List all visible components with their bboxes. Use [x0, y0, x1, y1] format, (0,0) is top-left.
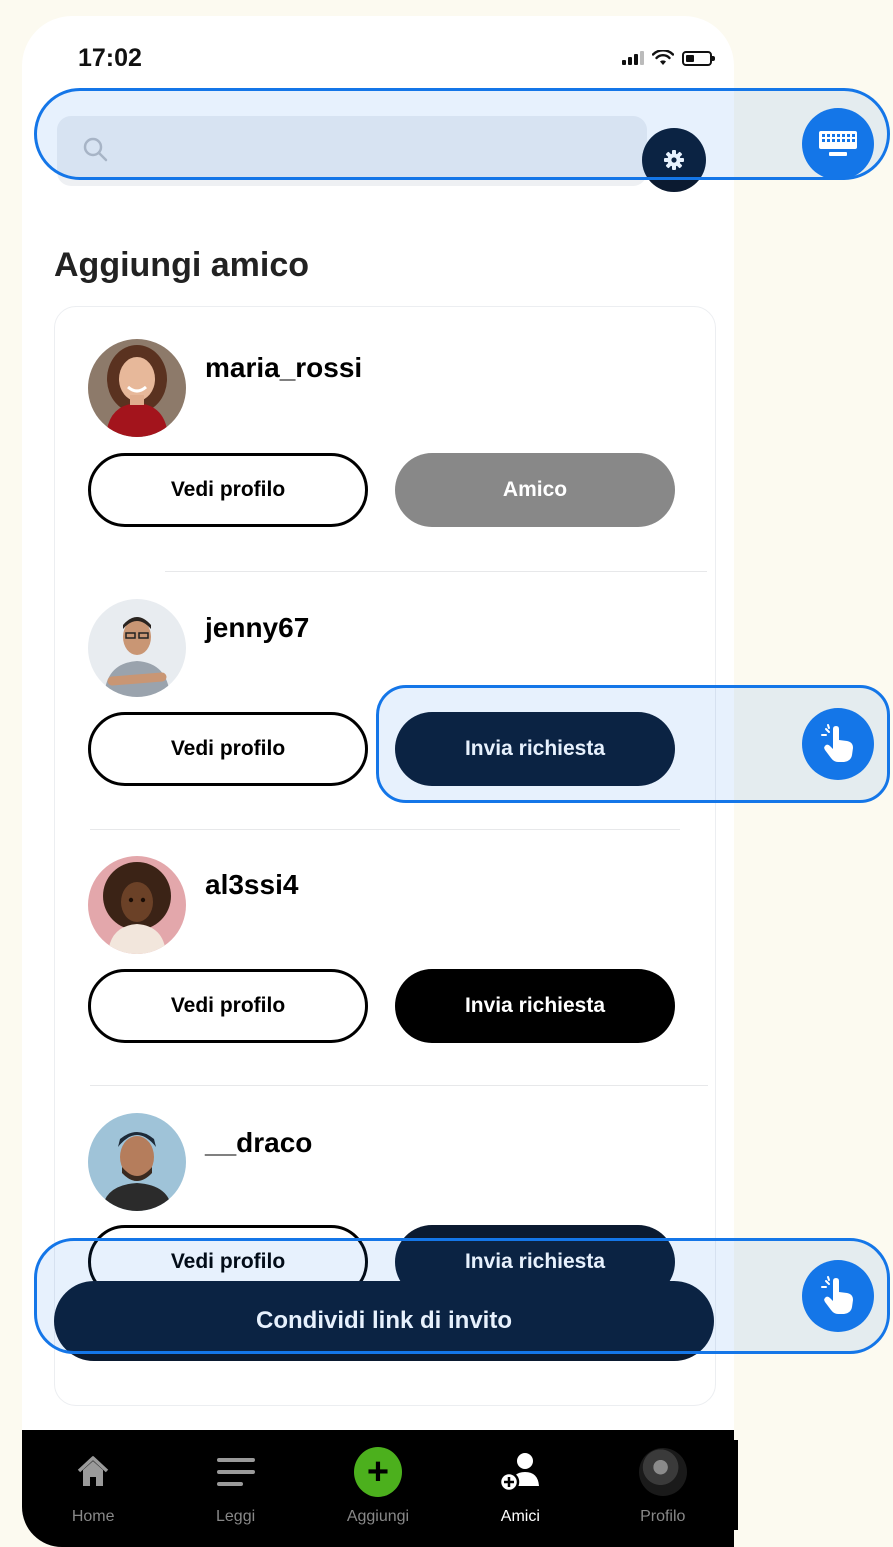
tab-label: Amici	[500, 1508, 540, 1525]
avatar[interactable]	[88, 339, 186, 437]
menu-lines-icon	[212, 1448, 260, 1496]
search-input[interactable]	[57, 116, 647, 186]
keyboard-icon	[819, 131, 857, 156]
tab-label: Home	[71, 1508, 115, 1525]
username: __draco	[205, 1127, 313, 1158]
tap-badge	[802, 708, 874, 780]
view-profile-button[interactable]: Vedi profilo	[88, 453, 368, 527]
divider	[90, 829, 680, 830]
tap-hand-icon	[821, 724, 853, 762]
status-icons	[622, 50, 715, 66]
status-bar: 17:02	[22, 16, 734, 96]
tab-profilo[interactable]: Profilo	[608, 1448, 718, 1526]
phone-screen: 17:02 Aggiungi amico maria_rossi Vedi pr…	[22, 16, 734, 1547]
signal-icon	[622, 51, 644, 65]
home-icon	[69, 1448, 117, 1496]
tab-label: Profilo	[640, 1508, 686, 1525]
settings-button[interactable]	[642, 128, 706, 192]
avatar[interactable]	[88, 856, 186, 954]
tab-label: Aggiungi	[346, 1508, 410, 1525]
plus-circle-icon: +	[353, 1447, 402, 1497]
search-icon	[83, 137, 108, 162]
gear-icon	[664, 150, 684, 170]
avatar[interactable]	[88, 1113, 186, 1211]
tab-leggi[interactable]: Leggi	[181, 1448, 291, 1526]
divider	[90, 1085, 708, 1086]
wifi-icon	[652, 50, 674, 65]
tab-label: Leggi	[216, 1508, 256, 1525]
avatar[interactable]	[88, 599, 186, 697]
friend-status-button[interactable]: Amico	[395, 453, 675, 527]
battery-icon	[682, 50, 715, 66]
status-time: 17:02	[78, 44, 142, 72]
divider	[165, 571, 707, 572]
keyboard-badge	[802, 108, 874, 180]
side-bar	[730, 1440, 738, 1530]
tap-badge	[802, 1260, 874, 1332]
username: al3ssi4	[205, 869, 299, 900]
send-request-button[interactable]: Invia richiesta	[395, 969, 675, 1043]
user-list-card: maria_rossi Vedi profilo Amico jenny67 V…	[54, 306, 716, 1406]
tap-hand-icon	[821, 1276, 853, 1314]
tab-home[interactable]: Home	[38, 1448, 148, 1526]
send-request-button[interactable]: Invia richiesta	[395, 712, 675, 786]
share-invite-link-button[interactable]: Condividi link di invito	[54, 1281, 714, 1361]
page-title: Aggiungi amico	[54, 246, 309, 284]
profile-avatar	[638, 1448, 687, 1496]
add-friend-icon	[496, 1448, 544, 1496]
bottom-tab-bar: Home Leggi + Aggiungi Amici Profilo	[22, 1430, 734, 1547]
username: jenny67	[205, 612, 310, 643]
view-profile-button[interactable]: Vedi profilo	[88, 969, 368, 1043]
tab-amici[interactable]: Amici	[465, 1448, 575, 1526]
tab-aggiungi[interactable]: + Aggiungi	[323, 1447, 433, 1526]
username: maria_rossi	[205, 352, 363, 383]
view-profile-button[interactable]: Vedi profilo	[88, 712, 368, 786]
